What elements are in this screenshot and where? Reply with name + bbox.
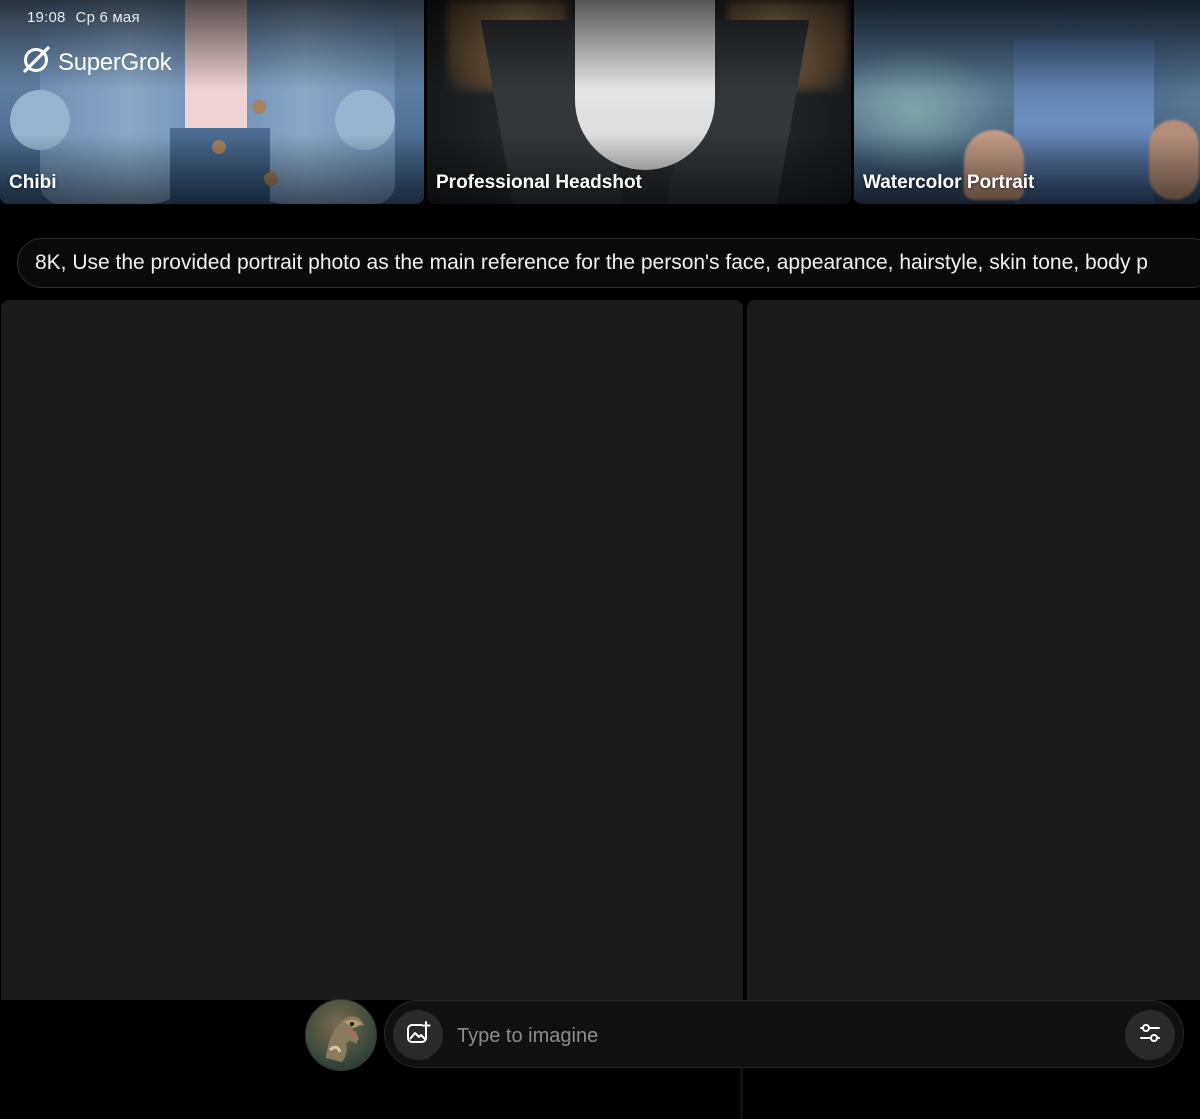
style-card-professional-headshot[interactable]: Professional Headshot — [427, 0, 851, 204]
sliders-icon — [1138, 1021, 1162, 1050]
style-card-label: Professional Headshot — [436, 172, 642, 193]
grok-logo-icon — [20, 44, 52, 81]
prompt-pill[interactable]: 8K, Use the provided portrait photo as t… — [17, 238, 1200, 288]
avatar[interactable] — [305, 999, 377, 1071]
dragon-avatar-icon — [326, 1016, 364, 1062]
settings-button[interactable] — [1125, 1010, 1175, 1060]
imagine-input[interactable] — [455, 1001, 1079, 1071]
style-card-watercolor-portrait[interactable]: Watercolor Portrait — [854, 0, 1200, 204]
add-image-button[interactable] — [393, 1010, 443, 1060]
style-card-chibi[interactable]: Chibi — [0, 0, 424, 204]
style-card-label: Watercolor Portrait — [863, 172, 1035, 193]
composer-bar — [384, 1000, 1184, 1071]
status-date: Ср 6 мая — [75, 9, 140, 26]
image-plus-icon — [405, 1020, 431, 1051]
result-image-placeholder[interactable] — [1, 300, 743, 1000]
style-presets-row: Chibi Professional Headshot Watercolor P… — [0, 0, 1200, 204]
status-bar: 19:08 Ср 6 мая — [27, 9, 140, 26]
style-card-label: Chibi — [9, 172, 57, 193]
brand-name: SuperGrok — [58, 48, 172, 76]
prompt-text: 8K, Use the provided portrait photo as t… — [35, 251, 1148, 274]
brand-logo: SuperGrok — [20, 44, 172, 81]
status-time: 19:08 — [27, 9, 66, 26]
result-image-placeholder[interactable] — [747, 300, 1200, 1000]
